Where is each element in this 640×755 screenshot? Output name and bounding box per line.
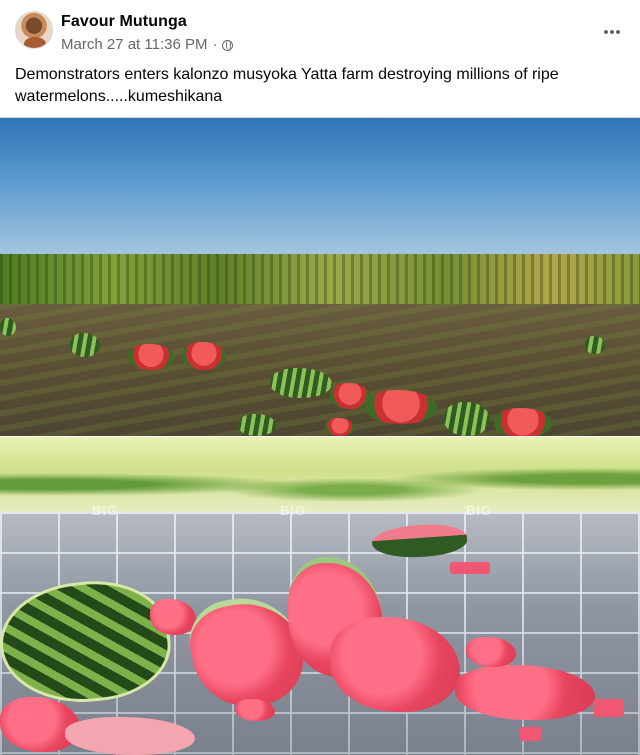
watermelon-piece	[444, 402, 490, 436]
more-options-icon	[604, 30, 608, 34]
post-header: Favour Mutunga March 27 at 11:36 PM ·	[0, 0, 640, 60]
watermelon-chunk	[594, 699, 624, 717]
photo-watermark: BIG	[280, 503, 307, 518]
post-timestamp[interactable]: March 27 at 11:36 PM	[61, 36, 207, 53]
watermelon-piece	[238, 414, 276, 436]
watermelon-chunk	[450, 562, 490, 574]
author-name[interactable]: Favour Mutunga	[61, 13, 187, 31]
photo-sky	[0, 118, 640, 258]
watermelon-piece	[128, 344, 174, 370]
watermelon-piece	[585, 336, 605, 354]
watermelon-piece	[182, 342, 226, 370]
watermelon-piece	[270, 368, 332, 398]
photo-watermark: BIG	[92, 503, 119, 518]
watermelon-piece	[365, 390, 437, 424]
post-photo-pavement[interactable]: BIG BIG BIG	[0, 437, 640, 755]
photo-watermark: BIG	[466, 503, 493, 518]
watermelon-piece	[494, 408, 552, 436]
author-avatar[interactable]	[15, 11, 53, 49]
watermelon-piece	[70, 333, 100, 357]
watermelon-flesh	[235, 699, 275, 721]
watermelon-piece	[330, 383, 370, 409]
meta-separator: ·	[212, 36, 218, 53]
watermelon-piece	[325, 418, 355, 436]
more-options-button[interactable]	[600, 20, 624, 44]
globe-icon[interactable]	[222, 40, 234, 51]
watermelon-chunk	[520, 727, 542, 741]
post-text: Demonstrators enters kalonzo musyoka Yat…	[15, 66, 559, 105]
watermelon-piece	[0, 318, 16, 336]
post-meta: March 27 at 11:36 PM ·	[61, 36, 234, 53]
more-options-dot	[616, 30, 620, 34]
more-options-dot	[610, 30, 614, 34]
post-photo-field[interactable]	[0, 117, 640, 436]
